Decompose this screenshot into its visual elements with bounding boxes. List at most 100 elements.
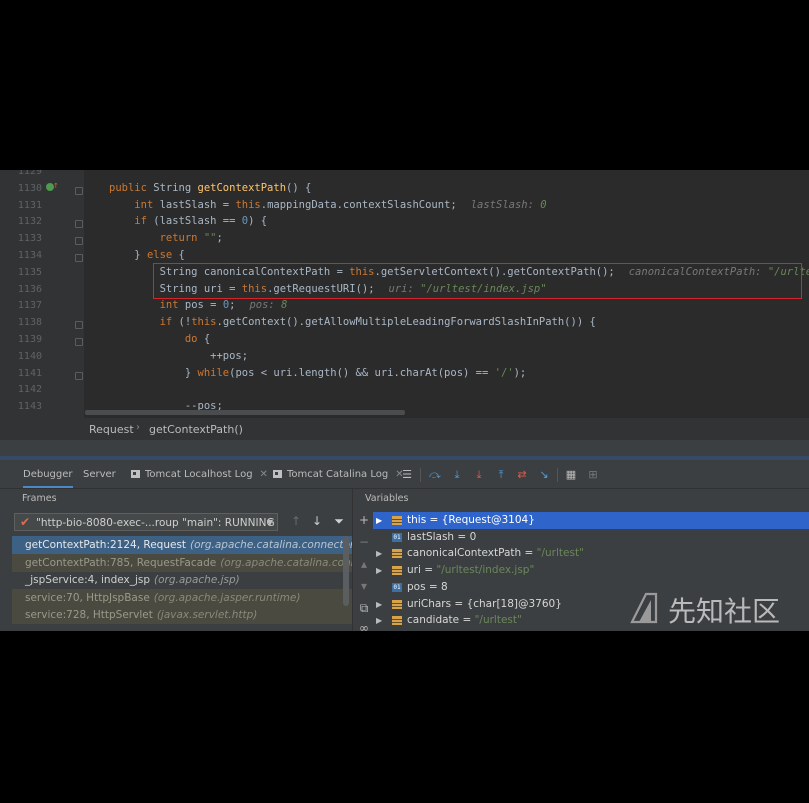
move-down-icon[interactable]: ▾ [357,579,371,593]
line-number[interactable]: 1140 [0,351,42,362]
editor-horizontal-scrollbar[interactable] [85,410,405,415]
object-field-icon [392,599,402,609]
fold-marker-icon[interactable] [75,237,83,246]
line-number[interactable]: 1143 [0,401,42,412]
toolbar-separator [557,468,558,482]
code-line[interactable]: int lastSlash = this.mappingData.context… [109,197,546,213]
frame-location: getContextPath:2124, Request [25,539,187,551]
line-number[interactable]: 1129 [0,170,42,177]
variable-row[interactable]: 01 lastSlash = 0 [373,529,809,546]
breadcrumb-class[interactable]: Request [89,423,134,436]
code-editor[interactable]: 1129 1130 1131 1132 1133 1134 1135 1136 1137 1138… [0,170,809,418]
tab-server[interactable]: Server [83,462,116,488]
frame-row[interactable]: getContextPath:2124, Request (org.apache.… [12,536,352,554]
variable-row[interactable]: ▶ canonicalContextPath = "/urltest" [373,545,809,562]
fold-marker-icon[interactable] [75,321,83,330]
expand-arrow-icon[interactable]: ▶ [376,596,382,613]
code-line[interactable]: do { [109,331,210,347]
line-number[interactable]: 1132 [0,216,42,227]
frames-list: getContextPath:2124, Request (org.apache.… [12,536,352,631]
line-number[interactable]: 1137 [0,300,42,311]
view-options-icon[interactable]: ∞ [357,621,371,631]
code-line[interactable]: int pos = 0; pos: 8 [109,297,288,313]
tab-tomcat-localhost-log[interactable]: Tomcat Localhost Log ✕ [131,462,268,488]
frame-row[interactable]: getContextPath:785, RequestFacade (org.ap… [12,553,352,572]
evaluate-expression-icon[interactable]: ▦ [564,468,578,482]
expand-arrow-icon[interactable]: ▶ [376,512,382,529]
code-line[interactable]: } else { [109,247,185,263]
code-line[interactable]: public String getContextPath() { [109,180,311,196]
variable-row[interactable]: ▶ uri = "/urltest/index.jsp" [373,562,809,579]
step-over-icon[interactable]: ⤼ [428,468,442,482]
fold-marker-icon[interactable] [75,371,83,380]
move-up-icon[interactable]: ▴ [357,557,371,571]
tab-localhost-log-label: Tomcat Localhost Log [145,469,253,480]
frame-row[interactable]: _jspService:4, index_jsp (org.apache.jsp) [12,571,352,589]
filter-icon[interactable]: ⏷ [332,514,346,528]
fold-marker-icon[interactable] [75,220,83,229]
tab-tomcat-catalina-log[interactable]: Tomcat Catalina Log ✕ [273,462,404,488]
frame-row[interactable]: service:70, HttpJspBase (org.apache.jaspe… [12,588,352,607]
variables-title: Variables [365,493,409,504]
line-number[interactable]: 1133 [0,233,42,244]
expand-arrow-icon[interactable]: ▶ [376,562,382,579]
line-number[interactable]: 1135 [0,267,42,278]
frames-panel: Frames ✔ "http-bio-8080-exec-...roup "ma… [0,489,352,631]
code-line[interactable]: } while(pos < uri.length() && uri.charAt… [109,365,526,381]
variable-name-value: this = {Request@3104} [407,514,535,526]
line-number[interactable]: 1131 [0,200,42,211]
frame-package: (org.apache.jasper.runtime) [153,591,301,604]
watermark-text: 先知社区 [668,595,781,628]
close-icon[interactable]: ✕ [260,469,268,480]
line-number[interactable]: 1134 [0,250,42,261]
primitive-field-icon: 01 [392,582,402,592]
code-line[interactable]: return ""; [109,230,223,246]
panel-divider-accent [0,456,809,460]
breadcrumb: Request › getContextPath() [0,418,809,440]
variable-name-value: uriChars = {char[18]@3760} [407,597,562,610]
copy-icon[interactable]: ⧉ [357,601,371,615]
frame-row[interactable]: service:728, HttpServlet (javax.servlet.h… [12,606,352,624]
override-arrow-icon[interactable]: ↑ [53,182,59,190]
menu-icon[interactable]: ☰ [400,468,414,482]
drop-frame-icon[interactable]: ⇄ [515,468,529,482]
fold-marker-icon[interactable] [75,254,83,262]
arrow-up-icon[interactable]: ↑ [289,514,303,528]
line-number[interactable]: 1141 [0,368,42,379]
frames-scrollbar[interactable] [343,536,349,606]
force-step-into-icon[interactable]: ⤓ [472,468,486,482]
line-number[interactable]: 1130 [0,183,42,194]
code-line[interactable]: ++pos; [109,348,248,364]
code-line[interactable]: if (lastSlash == 0) { [109,213,267,229]
object-field-icon [392,566,402,576]
thread-selector[interactable]: ✔ "http-bio-8080-exec-...roup "main": RU… [14,513,278,531]
expand-arrow-icon[interactable]: ▶ [376,545,382,562]
variable-row[interactable]: ▶ this = {Request@3104} [373,512,809,529]
primitive-field-icon: 01 [392,532,402,542]
tab-catalina-log-label: Tomcat Catalina Log [287,469,389,480]
run-to-cursor-icon[interactable]: ↘ [537,468,551,482]
step-into-icon[interactable]: ⤓ [450,468,464,482]
arrow-down-icon[interactable]: ↓ [310,514,324,528]
editor-gutter: 1129 1130 1131 1132 1133 1134 1135 1136 1137 1138… [0,170,84,418]
object-field-icon [392,616,402,626]
tab-debugger[interactable]: Debugger [23,462,73,488]
fold-marker-icon[interactable] [75,338,83,346]
object-field-icon [392,549,402,559]
line-number[interactable]: 1138 [0,317,42,328]
line-number[interactable]: 1136 [0,284,42,295]
expand-arrow-icon[interactable]: ▶ [376,612,382,629]
add-watch-icon[interactable]: + [357,513,371,527]
line-number[interactable]: 1139 [0,334,42,345]
frames-header: Frames [0,489,352,509]
trace-icon[interactable]: ⊞ [586,468,600,482]
breadcrumb-method[interactable]: getContextPath() [149,423,243,436]
fold-marker-icon[interactable] [75,186,83,195]
frame-package: (org.apache.catalina.connector) [190,539,352,551]
code-line[interactable]: if (!this.getContext().getAllowMultipleL… [109,314,596,330]
line-number[interactable]: 1142 [0,384,42,395]
step-out-icon[interactable]: ⤒ [494,468,508,482]
remove-watch-icon[interactable]: − [357,535,371,549]
variable-name-value: lastSlash = 0 [407,530,477,543]
frames-title: Frames [22,493,57,504]
